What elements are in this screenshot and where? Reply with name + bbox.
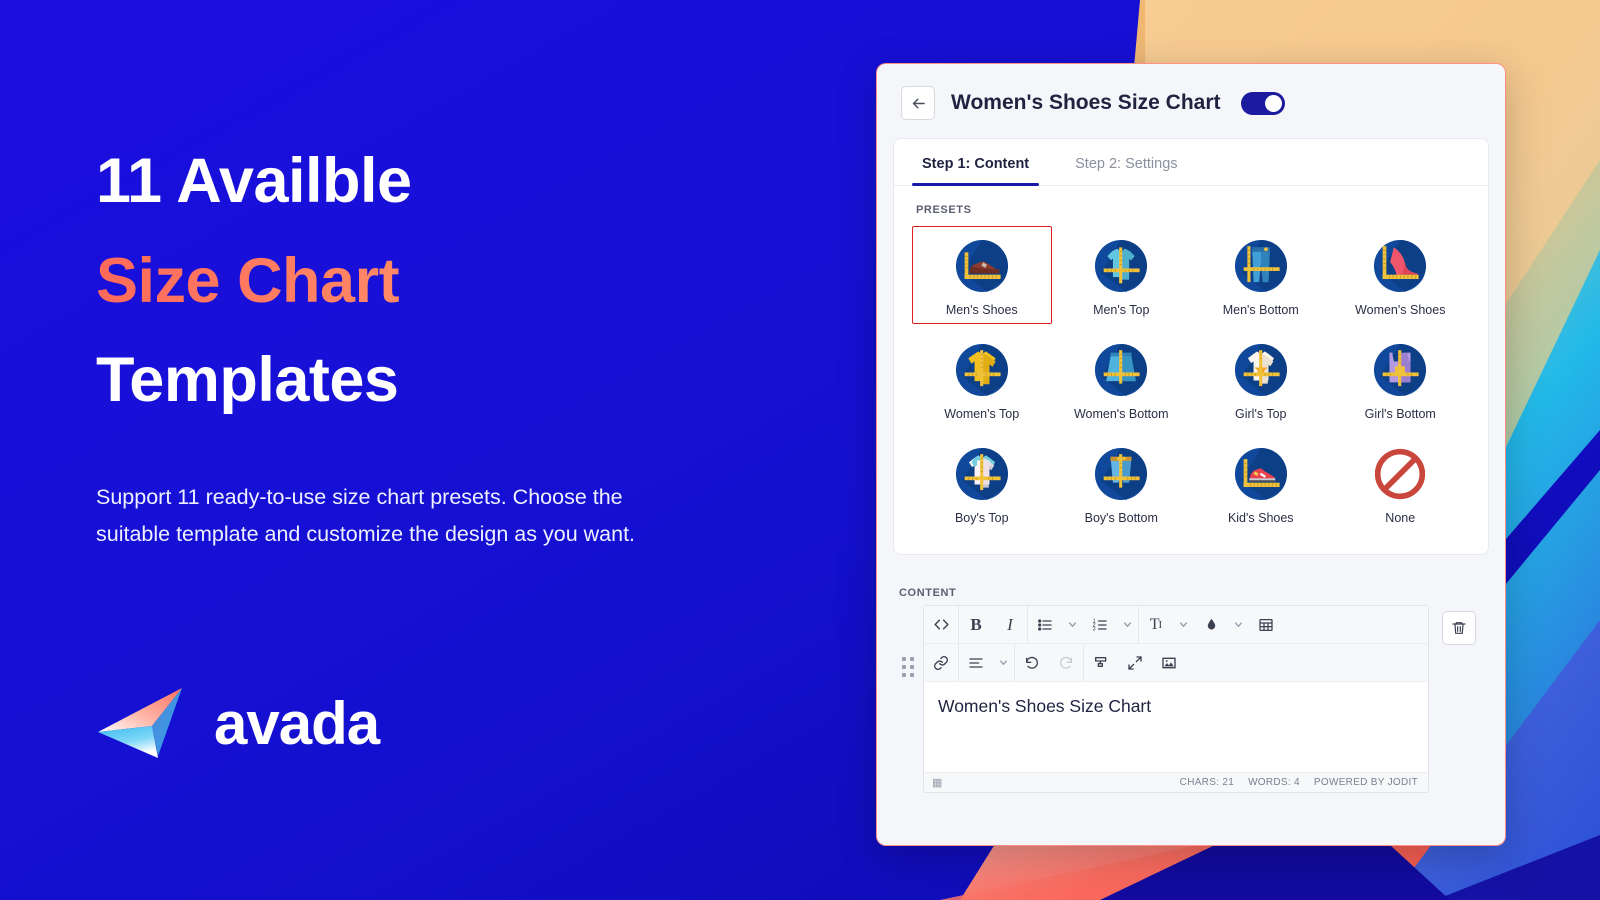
undo-icon[interactable] (1015, 644, 1049, 681)
headline-line-1: 11 Availble (96, 146, 412, 216)
preset-boys-top[interactable]: Boy's Top (912, 434, 1052, 532)
boys-tshirt-icon (955, 447, 1008, 501)
editor-toolbar-row-1: B I 123 T I (924, 606, 1428, 644)
step-tabs: Step 1: Content Step 2: Settings (894, 139, 1488, 186)
preset-womens-top[interactable]: Women's Top (912, 330, 1052, 428)
presets-grid: Men's Shoes Men's Top Men's Bottom Women… (894, 222, 1488, 554)
preset-mens-bottom[interactable]: Men's Bottom (1191, 226, 1331, 324)
editor-row: B I 123 T I Women's Shoes Size Chart ▦ C… (893, 605, 1489, 793)
mens-shirt-icon (1095, 239, 1148, 293)
chevron-down-icon[interactable] (1173, 606, 1194, 643)
chevron-down-icon[interactable] (1228, 606, 1249, 643)
preset-womens-shoes[interactable]: Women's Shoes (1331, 226, 1471, 324)
back-button[interactable] (901, 86, 935, 120)
headline-line-3: Templates (96, 345, 399, 416)
womens-skirt-icon (1095, 343, 1148, 397)
text-color-icon[interactable] (1194, 606, 1228, 643)
paper-plane-icon (98, 688, 182, 758)
image-icon[interactable] (1152, 644, 1186, 681)
kids-sneaker-icon (1234, 447, 1287, 501)
preset-label: Men's Shoes (945, 303, 1018, 317)
panel-header: Women's Shoes Size Chart (877, 64, 1505, 138)
womens-tshirt-icon (955, 343, 1008, 397)
preset-boys-bottom[interactable]: Boy's Bottom (1052, 434, 1192, 532)
chevron-down-icon[interactable] (993, 644, 1014, 681)
preset-label: Boy's Bottom (1084, 511, 1158, 525)
size-chart-panel: Women's Shoes Size Chart Step 1: Content… (876, 63, 1506, 846)
chevron-down-icon[interactable] (1062, 606, 1083, 643)
drag-handle[interactable] (893, 605, 923, 677)
words-count: WORDS: 4 (1248, 777, 1300, 788)
chevron-down-icon[interactable] (1117, 606, 1138, 643)
jodit-editor: B I 123 T I Women's Shoes Size Chart ▦ C… (923, 605, 1429, 793)
preset-label: Boy's Top (954, 511, 1009, 525)
drag-dots-icon (902, 657, 914, 677)
editor-status-bar: ▦ CHARS: 21 WORDS: 4 POWERED BY JODIT (924, 772, 1428, 792)
preset-label: Women's Bottom (1073, 407, 1169, 421)
preset-mens-top[interactable]: Men's Top (1052, 226, 1192, 324)
chars-count: CHARS: 21 (1179, 777, 1235, 788)
page-title: Women's Shoes Size Chart (951, 91, 1221, 114)
avada-wordmark: avada (214, 690, 380, 757)
promo-headline: 11 Availble Size Chart Templates (96, 132, 796, 431)
ordered-list-icon[interactable]: 123 (1083, 606, 1117, 643)
source-code-icon[interactable] (924, 606, 958, 643)
preset-none[interactable]: None (1331, 434, 1471, 532)
boys-shorts-icon (1095, 447, 1148, 501)
preset-label: Men's Bottom (1222, 303, 1299, 317)
presets-label: PRESETS (916, 204, 972, 216)
tab-step-2-settings[interactable]: Step 2: Settings (1069, 139, 1183, 185)
preset-label: None (1385, 511, 1416, 525)
arrow-left-icon (912, 98, 925, 108)
trash-icon (1452, 622, 1466, 634)
powered-by: POWERED BY JODIT (1313, 777, 1418, 788)
preset-label: Girl's Bottom (1364, 407, 1436, 421)
editor-content-area[interactable]: Women's Shoes Size Chart (924, 682, 1428, 772)
tab-step-1-content[interactable]: Step 1: Content (911, 139, 1040, 186)
mens-jeans-icon (1234, 239, 1287, 293)
preset-womens-bottom[interactable]: Women's Bottom (1052, 330, 1192, 428)
preset-girls-top[interactable]: Girl's Top (1191, 330, 1331, 428)
unordered-list-icon[interactable] (1028, 606, 1062, 643)
preset-mens-shoes[interactable]: Men's Shoes (912, 226, 1052, 324)
preset-label: Girl's Top (1235, 407, 1287, 421)
align-icon[interactable] (959, 644, 993, 681)
content-section: CONTENT B I 1 2 3 T I Women's Shoes Size… (877, 569, 1505, 845)
girls-tshirt-icon (1234, 343, 1287, 397)
table-icon[interactable] (1249, 606, 1283, 643)
font-size-icon[interactable]: TI (1139, 606, 1173, 643)
preset-kids-shoes[interactable]: Kid's Shoes (1191, 434, 1331, 532)
presets-card: Step 1: Content Step 2: Settings PRESETS (893, 138, 1489, 555)
mens-shoe-icon (955, 239, 1008, 293)
delete-button[interactable] (1442, 611, 1476, 645)
bold-icon[interactable]: B (959, 606, 993, 643)
promo-block: 11 Availble Size Chart Templates Support… (96, 132, 796, 553)
enable-toggle[interactable] (1240, 91, 1285, 115)
italic-icon[interactable]: I (993, 606, 1027, 643)
link-icon[interactable] (924, 644, 958, 681)
prohibition-icon (1375, 448, 1426, 500)
girls-overall-icon (1374, 343, 1427, 397)
promo-description: Support 11 ready-to-use size chart prese… (96, 484, 636, 546)
high-heel-icon (1374, 239, 1427, 293)
preset-label: Women's Shoes (1355, 303, 1446, 317)
svg-text:3: 3 (1093, 626, 1096, 632)
eraser-icon[interactable] (1084, 644, 1118, 681)
content-label: CONTENT (899, 587, 957, 599)
redo-icon (1049, 644, 1083, 681)
editor-actions (1429, 605, 1489, 645)
fullscreen-icon[interactable] (1118, 644, 1152, 681)
headline-line-2: Size Chart (96, 232, 796, 332)
preset-label: Kid's Shoes (1227, 511, 1294, 525)
resize-grip-icon[interactable]: ▦ (932, 776, 943, 789)
editor-toolbar-row-2 (924, 644, 1428, 682)
preset-label: Women's Top (944, 407, 1020, 421)
preset-girls-bottom[interactable]: Girl's Bottom (1331, 330, 1471, 428)
preset-label: Men's Top (1093, 303, 1150, 317)
avada-logo: avada (96, 686, 380, 762)
